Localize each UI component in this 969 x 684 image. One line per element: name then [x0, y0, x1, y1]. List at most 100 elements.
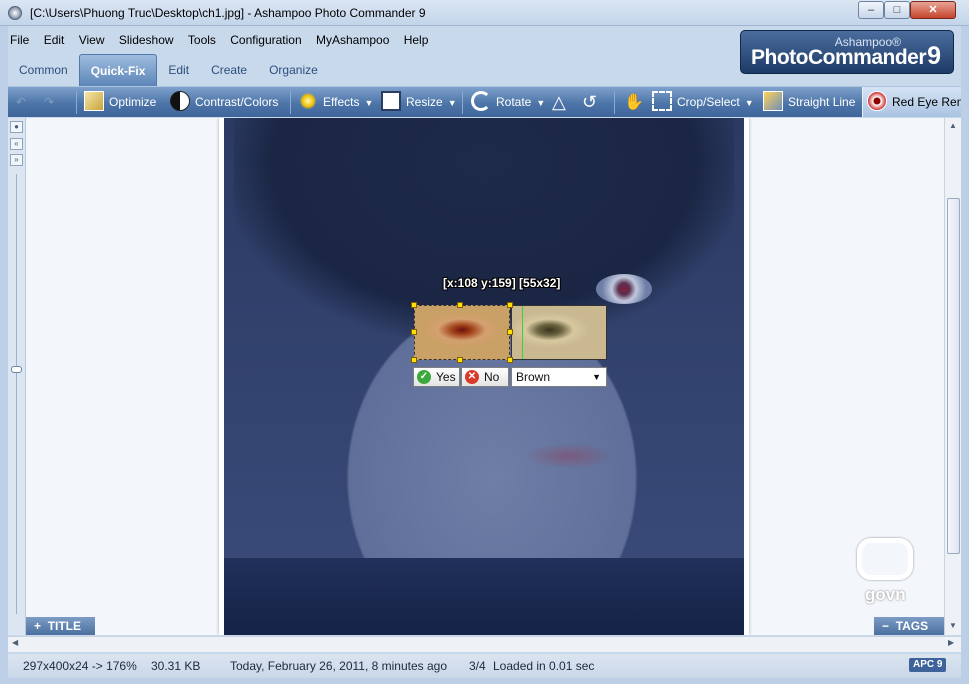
minimize-button[interactable]: –: [858, 1, 884, 19]
vertical-scroll-thumb[interactable]: [947, 198, 960, 554]
collapse-icon[interactable]: «: [10, 138, 23, 150]
crop-label: Crop/Select: [677, 95, 740, 109]
optimize-icon: [84, 91, 104, 112]
toolbar-separator: [290, 91, 291, 114]
menu-myashampoo[interactable]: MyAshampoo: [314, 31, 391, 49]
photo-lips: [524, 443, 614, 469]
straight-line-icon: [763, 91, 783, 112]
checkmark-icon: ✓: [417, 370, 431, 384]
resize-handle-n[interactable]: [457, 302, 463, 308]
resize-icon: [381, 91, 401, 112]
app-logo: Ashampoo® PhotoCommander 9: [740, 30, 954, 74]
contrast-colors-button[interactable]: Contrast/Colors: [170, 87, 278, 117]
effects-label: Effects: [323, 95, 360, 109]
scroll-up-icon[interactable]: ▲: [947, 120, 959, 132]
resize-handle-sw[interactable]: [411, 357, 417, 363]
rotate-button[interactable]: Rotate ▼: [471, 87, 545, 117]
resize-handle-w[interactable]: [411, 329, 417, 335]
photo-sweater-region: [224, 558, 744, 635]
selection-coordinates: [x:108 y:159] [55x32]: [443, 276, 561, 290]
resize-handle-e[interactable]: [507, 329, 513, 335]
window-title: [C:\Users\Phuong Truc\Desktop\ch1.jpg] -…: [30, 6, 426, 20]
optimize-button[interactable]: Optimize: [84, 87, 156, 117]
flip-horizontal-button[interactable]: △: [552, 87, 566, 117]
scroll-left-icon[interactable]: ◀: [12, 638, 18, 647]
menu-file[interactable]: File: [8, 31, 31, 49]
rotate-icon: [471, 91, 491, 112]
redo-button[interactable]: ↷: [44, 87, 54, 117]
confirm-yes-button[interactable]: ✓ Yes: [413, 367, 460, 387]
left-panel-strip: ● « »: [8, 118, 26, 635]
version-badge: APC 9: [909, 658, 947, 672]
tab-edit[interactable]: Edit: [157, 54, 200, 86]
resize-handle-s[interactable]: [457, 357, 463, 363]
scroll-right-icon[interactable]: ▶: [948, 638, 954, 647]
logo-product: PhotoCommander: [751, 46, 927, 69]
resize-button[interactable]: Resize ▼: [381, 87, 457, 117]
resize-handle-nw[interactable]: [411, 302, 417, 308]
status-filesize: 30.31 KB: [151, 659, 201, 673]
tab-common[interactable]: Common: [8, 54, 79, 86]
title-panel-button[interactable]: + TITLE: [26, 617, 95, 635]
flip-vertical-icon: ↺: [582, 92, 598, 112]
tab-organize[interactable]: Organize: [258, 54, 329, 86]
app-icon[interactable]: [8, 6, 22, 20]
straight-line-label: Straight Line: [788, 95, 856, 109]
eye-color-value: Brown: [516, 370, 551, 384]
zoom-slider-thumb[interactable]: [11, 366, 22, 373]
zoom-slider-track: [16, 174, 17, 614]
eye-icon: [867, 91, 887, 112]
tags-panel-button[interactable]: − TAGS: [874, 617, 944, 635]
status-bar: 297x400x24 -> 176% 30.31 KB Today, Febru…: [8, 654, 961, 678]
tab-quick-fix[interactable]: Quick-Fix: [78, 54, 158, 86]
crop-select-button[interactable]: Crop/Select ▼: [652, 87, 754, 117]
flip-horizontal-icon: △: [552, 92, 566, 112]
effects-button[interactable]: Effects ▼: [298, 87, 373, 117]
menu-bar: File Edit View Slideshow Tools Configura…: [8, 31, 728, 51]
scroll-down-icon[interactable]: ▼: [947, 620, 959, 632]
toolbar-separator: [614, 91, 615, 114]
menu-view[interactable]: View: [77, 31, 107, 49]
chevron-down-icon: ▼: [364, 98, 374, 108]
flip-vertical-button[interactable]: ↺: [582, 87, 597, 117]
red-eye-corrected-preview: [511, 305, 607, 360]
undo-button[interactable]: ↶: [16, 87, 26, 117]
status-dimensions: 297x400x24 -> 176%: [23, 659, 137, 673]
red-eye-label: Red Eye Remo: [892, 95, 961, 109]
magic-wand-icon: [298, 91, 318, 112]
menu-edit[interactable]: Edit: [42, 31, 67, 49]
crop-icon: [652, 91, 672, 112]
rotate-label: Rotate: [496, 95, 532, 109]
toolbar-separator: [462, 91, 463, 114]
cancel-no-button[interactable]: ✕ No: [461, 367, 509, 387]
close-button[interactable]: ✕: [910, 1, 956, 19]
contrast-icon: [170, 91, 190, 112]
yes-label: Yes: [436, 370, 456, 384]
status-date: Today, February 26, 2011, 8 minutes ago: [230, 659, 448, 673]
expand-icon[interactable]: »: [10, 154, 23, 166]
speech-bubble-icon: [857, 538, 913, 580]
red-eye-selection-preview[interactable]: [414, 305, 510, 360]
menu-configuration[interactable]: Configuration: [228, 31, 303, 49]
resize-handle-se[interactable]: [507, 357, 513, 363]
home-icon[interactable]: ●: [10, 121, 23, 133]
chevron-down-icon: ▼: [744, 98, 754, 108]
menu-help[interactable]: Help: [402, 31, 431, 49]
ribbon-tabs: Common Quick-Fix Edit Create Organize: [8, 54, 748, 86]
photo-right-eye: [596, 274, 652, 304]
tab-create[interactable]: Create: [200, 54, 258, 86]
status-position: 3/4: [469, 659, 486, 673]
red-eye-removal-button[interactable]: Red Eye Remo: [862, 87, 961, 117]
close-icon: ✕: [465, 370, 479, 384]
vertical-scrollbar[interactable]: ▲ ▼: [944, 118, 961, 635]
horizontal-scrollbar[interactable]: ◀ ▶: [8, 636, 961, 652]
title-label: TITLE: [47, 619, 82, 633]
hand-tool-button[interactable]: ✋: [624, 87, 644, 117]
resize-handle-ne[interactable]: [507, 302, 513, 308]
tags-label: TAGS: [895, 619, 929, 633]
maximize-button[interactable]: □: [884, 1, 910, 19]
eye-color-dropdown[interactable]: Brown ▼: [511, 367, 607, 387]
menu-tools[interactable]: Tools: [186, 31, 218, 49]
menu-slideshow[interactable]: Slideshow: [117, 31, 176, 49]
straight-line-button[interactable]: Straight Line: [763, 87, 855, 117]
